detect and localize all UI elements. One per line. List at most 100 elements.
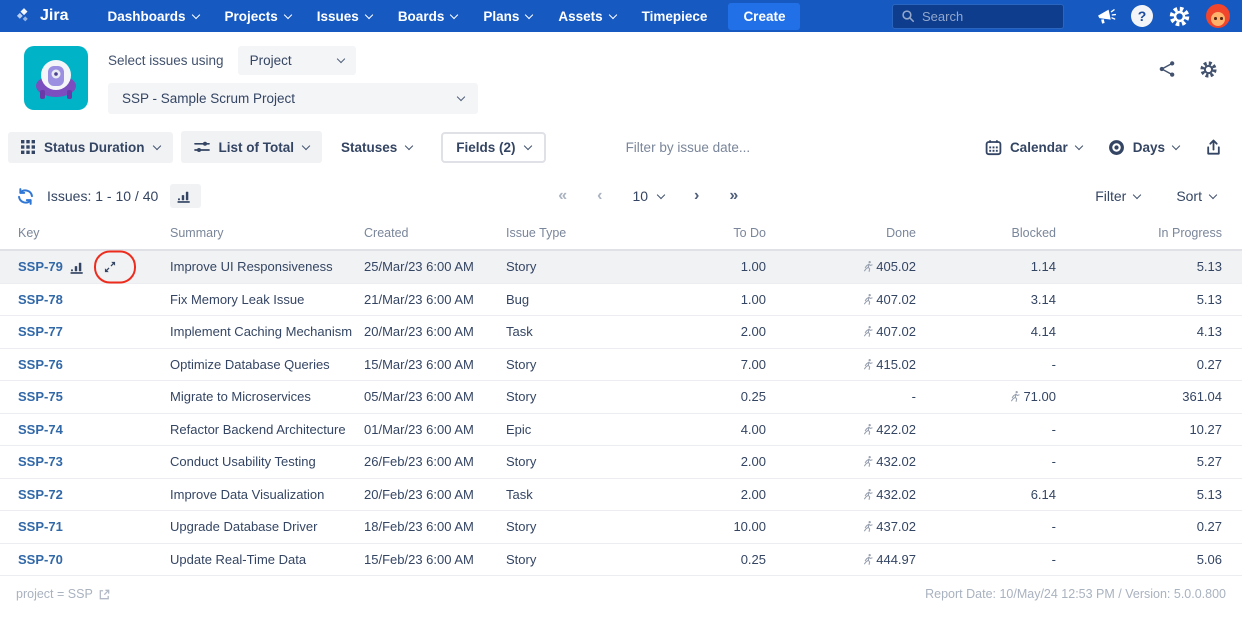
runner-icon-done bbox=[861, 520, 874, 533]
table-row[interactable]: SSP-78 Fix Memory Leak Issue 21/Mar/23 6… bbox=[0, 284, 1242, 316]
report-meta: Report Date: 10/May/24 12:53 PM / Versio… bbox=[925, 587, 1226, 601]
issue-type: Task bbox=[506, 486, 533, 502]
in-progress-value: 10.27 bbox=[1189, 421, 1222, 437]
issue-created: 15/Mar/23 6:00 AM bbox=[364, 356, 474, 372]
table-row[interactable]: SSP-73 Conduct Usability Testing 26/Feb/… bbox=[0, 446, 1242, 479]
issue-key-link[interactable]: SSP-77 bbox=[18, 324, 70, 339]
chevron-down-icon bbox=[364, 10, 374, 19]
todo-value: 2.00 bbox=[740, 454, 766, 470]
report-type-dropdown[interactable]: Status Duration bbox=[8, 131, 173, 163]
issue-created: 15/Feb/23 6:00 AM bbox=[364, 551, 474, 567]
issue-key-link[interactable]: SSP-71 bbox=[18, 519, 70, 534]
project-dropdown[interactable]: SSP - Sample Scrum Project bbox=[108, 83, 478, 114]
todo-value: 2.00 bbox=[740, 324, 766, 340]
issues-listbar: Issues: 1 - 10 / 40 « ‹ 10 › » Filter So… bbox=[0, 178, 1242, 214]
col-key[interactable]: Key bbox=[18, 226, 70, 240]
issue-key-link[interactable]: SSP-75 bbox=[18, 389, 70, 404]
view-mode-dropdown[interactable]: List of Total bbox=[180, 131, 323, 163]
nav-boards[interactable]: Boards bbox=[385, 0, 471, 32]
last-page-button[interactable]: » bbox=[729, 187, 738, 205]
issue-key-link[interactable]: SSP-78 bbox=[18, 292, 70, 307]
col-in-progress[interactable]: In Progress bbox=[1070, 226, 1222, 240]
issue-created: 21/Mar/23 6:00 AM bbox=[364, 291, 474, 307]
table-row[interactable]: SSP-70 Update Real-Time Data 15/Feb/23 6… bbox=[0, 544, 1242, 576]
in-progress-value: 361.04 bbox=[1182, 389, 1222, 405]
blocked-value: - bbox=[1051, 356, 1056, 372]
issue-key-link[interactable]: SSP-76 bbox=[18, 357, 70, 372]
issue-key-link[interactable]: SSP-70 bbox=[18, 552, 70, 567]
in-progress-value: 5.13 bbox=[1196, 291, 1222, 307]
export-icon[interactable] bbox=[1205, 139, 1222, 156]
in-progress-value: 5.27 bbox=[1196, 454, 1222, 470]
external-link-icon[interactable] bbox=[98, 588, 111, 601]
table-row[interactable]: SSP-71 Upgrade Database Driver 18/Feb/23… bbox=[0, 511, 1242, 544]
chevron-down-icon bbox=[405, 141, 414, 150]
issue-key-link[interactable]: SSP-72 bbox=[18, 487, 70, 502]
chevron-down-icon bbox=[301, 141, 311, 150]
table-row[interactable]: SSP-76 Optimize Database Queries 15/Mar/… bbox=[0, 349, 1242, 381]
col-done[interactable]: Done bbox=[780, 226, 930, 240]
prev-page-button[interactable]: ‹ bbox=[597, 187, 602, 205]
issue-key-link[interactable]: SSP-74 bbox=[18, 422, 70, 437]
table-row[interactable]: SSP-74 Refactor Backend Architecture 01/… bbox=[0, 414, 1242, 446]
admin-gear-icon[interactable] bbox=[1168, 5, 1191, 28]
col-summary[interactable]: Summary bbox=[170, 226, 364, 240]
chevron-down-icon bbox=[336, 54, 345, 64]
col-todo[interactable]: To Do bbox=[650, 226, 780, 240]
todo-value: 4.00 bbox=[740, 421, 766, 437]
create-button[interactable]: Create bbox=[728, 2, 801, 30]
help-icon[interactable]: ? bbox=[1131, 5, 1153, 27]
col-issue-type[interactable]: Issue Type bbox=[506, 226, 650, 240]
nav-plans[interactable]: Plans bbox=[470, 0, 545, 32]
nav-timepiece[interactable]: Timepiece bbox=[629, 0, 721, 32]
col-blocked[interactable]: Blocked bbox=[930, 226, 1070, 240]
table-row[interactable]: SSP-72 Improve Data Visualization 20/Feb… bbox=[0, 479, 1242, 511]
table-row[interactable]: SSP-79 Improve UI Responsiveness 25/Mar/… bbox=[0, 250, 1242, 284]
chevron-down-icon bbox=[1074, 141, 1083, 150]
expand-icon[interactable] bbox=[103, 260, 117, 274]
issue-date-filter-input[interactable]: Filter by issue date... bbox=[626, 140, 985, 155]
report-toolbar: Status Duration List of Total Statuses F… bbox=[0, 130, 1242, 164]
settings-gear-icon[interactable] bbox=[1199, 60, 1218, 79]
done-value: 407.02 bbox=[780, 292, 930, 307]
issue-source-dropdown[interactable]: Project bbox=[237, 46, 356, 75]
blocked-value: - bbox=[1051, 421, 1056, 437]
global-search[interactable] bbox=[892, 3, 1064, 29]
chart-view-button[interactable] bbox=[170, 184, 202, 208]
issue-key-link[interactable]: SSP-73 bbox=[18, 454, 70, 469]
share-icon[interactable] bbox=[1158, 60, 1176, 79]
refresh-icon[interactable] bbox=[16, 187, 35, 206]
nav-dashboards[interactable]: Dashboards bbox=[94, 0, 211, 32]
bar-chart-icon[interactable] bbox=[70, 260, 87, 274]
nav-projects[interactable]: Projects bbox=[212, 0, 304, 32]
table-row[interactable]: SSP-75 Migrate to Microservices 05/Mar/2… bbox=[0, 381, 1242, 414]
issue-created: 18/Feb/23 6:00 AM bbox=[364, 519, 474, 535]
first-page-button[interactable]: « bbox=[558, 187, 567, 205]
col-created[interactable]: Created bbox=[364, 226, 506, 240]
next-page-button[interactable]: › bbox=[694, 187, 699, 205]
nav-issues[interactable]: Issues bbox=[304, 0, 385, 32]
time-unit-dropdown[interactable]: Days bbox=[1108, 139, 1181, 156]
chevron-down-icon bbox=[608, 10, 617, 19]
in-progress-value: 5.06 bbox=[1196, 551, 1222, 567]
select-issues-label: Select issues using bbox=[108, 53, 224, 68]
search-input[interactable] bbox=[922, 8, 1042, 24]
calendar-dropdown[interactable]: Calendar bbox=[985, 139, 1083, 156]
todo-value: 7.00 bbox=[740, 356, 766, 372]
table-row[interactable]: SSP-77 Implement Caching Mechanism 20/Ma… bbox=[0, 316, 1242, 349]
page-size-dropdown[interactable]: 10 bbox=[632, 188, 666, 204]
statuses-dropdown[interactable]: Statuses bbox=[328, 132, 425, 163]
sort-dropdown[interactable]: Sort bbox=[1176, 188, 1218, 204]
user-avatar[interactable] bbox=[1206, 4, 1230, 28]
fields-dropdown[interactable]: Fields (2) bbox=[441, 131, 546, 163]
issue-key-link[interactable]: SSP-79 bbox=[18, 259, 70, 274]
in-progress-value: 5.13 bbox=[1196, 259, 1222, 275]
filter-dropdown[interactable]: Filter bbox=[1095, 188, 1142, 204]
issue-type: Story bbox=[506, 389, 537, 405]
nav-assets[interactable]: Assets bbox=[545, 0, 628, 32]
done-value: 432.02 bbox=[780, 487, 930, 502]
bar-chart-icon bbox=[177, 191, 190, 203]
jira-brand[interactable]: Jira bbox=[14, 6, 68, 26]
announcements-icon[interactable] bbox=[1095, 6, 1116, 27]
runner-icon-done bbox=[861, 325, 874, 338]
